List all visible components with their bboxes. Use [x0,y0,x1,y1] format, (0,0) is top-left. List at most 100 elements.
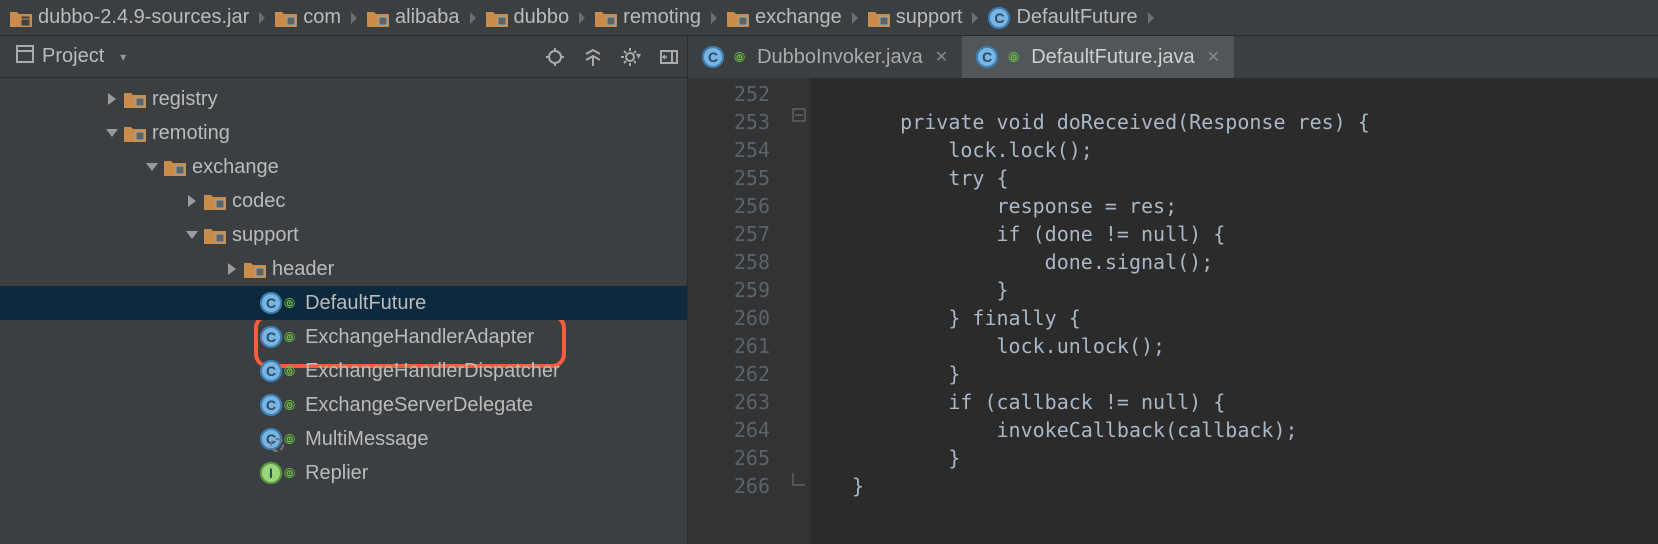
tree-node[interactable]: codec [0,184,687,218]
breadcrumb-item[interactable]: support [864,6,967,29]
tree-twisty-closed-icon[interactable] [228,263,236,275]
breadcrumb-item[interactable]: remoting [591,6,705,29]
breadcrumb-separator-icon [852,12,858,24]
tree-node[interactable]: registry [0,82,687,116]
collapse-all-icon[interactable] [583,47,603,67]
tree-node-label: DefaultFuture [305,292,426,315]
breadcrumb-separator-icon [1148,12,1154,24]
project-toolbar: Project ▾ ▾ [0,36,687,78]
editor-tabs: C🞋DubboInvoker.java✕C🞋DefaultFuture.java… [688,36,1658,78]
fold-minus-icon[interactable] [792,108,806,122]
project-panel: Project ▾ ▾ registry remoting exchange code… [0,36,688,544]
breadcrumb-separator-icon [579,12,585,24]
breadcrumb-label: alibaba [395,6,460,29]
tree-twisty-open-icon[interactable] [106,129,118,137]
line-number-gutter: 2522532542552562572582592602612622632642… [688,78,790,544]
close-icon[interactable]: ✕ [1207,47,1220,67]
tree-node[interactable]: remoting [0,116,687,150]
abstract-class-icon: C [260,428,282,450]
tree-node-label: header [272,258,334,281]
hide-panel-icon[interactable] [659,47,679,67]
breadcrumb-item[interactable]: dubbo-2.4.9-sources.jar [6,6,253,29]
tree-node[interactable]: support [0,218,687,252]
tree-node-label: support [232,224,299,247]
gutter-marks [790,78,810,544]
tree-twisty-closed-icon[interactable] [188,195,196,207]
tree-node-label: codec [232,190,285,213]
tab-label: DefaultFuture.java [1031,46,1194,69]
editor-tab[interactable]: C🞋DubboInvoker.java✕ [688,36,962,78]
tree-node-label: ExchangeHandlerDispatcher [305,360,560,383]
code-area[interactable]: private void doReceived(Response res) { … [810,78,1658,544]
tree-node[interactable]: header [0,252,687,286]
project-tree[interactable]: registry remoting exchange codec support head… [0,78,687,490]
breadcrumb-label: exchange [755,6,842,29]
package-icon [164,158,186,176]
tree-node[interactable]: C🞋 DefaultFuture [0,286,687,320]
package-icon [367,9,389,27]
tree-twisty-closed-icon[interactable] [108,93,116,105]
tree-node[interactable]: C🞋ExchangeHandlerAdapter [0,320,687,354]
jar-icon [10,9,32,27]
public-badge-icon: 🞋 [284,465,295,482]
tree-node[interactable]: exchange [0,150,687,184]
editor-tab[interactable]: C 🞋 DefaultFuture.java ✕ [962,36,1234,78]
breadcrumb: dubbo-2.4.9-sources.jar com alibaba dubbo re… [0,0,1658,36]
locate-icon[interactable] [545,47,565,67]
class-icon: C [976,46,998,68]
tree-node-label: MultiMessage [305,428,428,451]
breadcrumb-separator-icon [972,12,978,24]
package-icon [204,226,226,244]
class-icon: C [260,360,282,382]
public-badge-icon: 🞋 [284,329,295,346]
tree-twisty-open-icon[interactable] [186,231,198,239]
package-icon [204,192,226,210]
breadcrumb-item[interactable]: C DefaultFuture [984,6,1141,29]
class-icon: C [260,292,282,314]
package-icon [868,9,890,27]
package-icon [595,9,617,27]
project-dropdown-icon[interactable]: ▾ [120,50,126,64]
tree-node-label: remoting [152,122,230,145]
public-badge-icon: 🞋 [284,363,295,380]
breadcrumb-item[interactable]: dubbo [482,6,574,29]
breadcrumb-item[interactable]: com [271,6,345,29]
breadcrumb-separator-icon [259,12,265,24]
breadcrumb-item[interactable]: alibaba [363,6,464,29]
public-badge-icon: 🞋 [284,295,295,312]
breadcrumb-label: DefaultFuture [1016,6,1137,29]
tree-node[interactable]: C🞋 MultiMessage [0,422,687,456]
fold-end-icon[interactable] [792,472,806,486]
package-icon [727,9,749,27]
breadcrumb-label: support [896,6,963,29]
public-badge-icon: 🞋 [1008,49,1019,66]
tree-node[interactable]: I🞋 Replier [0,456,687,490]
public-badge-icon: 🞋 [734,49,745,66]
package-icon [486,9,508,27]
class-icon: C [260,394,282,416]
breadcrumb-label: com [303,6,341,29]
breadcrumb-label: remoting [623,6,701,29]
tree-node[interactable]: C🞋 ExchangeHandlerDispatcher [0,354,687,388]
tree-node-label: ExchangeServerDelegate [305,394,533,417]
close-icon[interactable]: ✕ [935,47,948,67]
breadcrumb-separator-icon [470,12,476,24]
tree-node-label: Replier [305,462,368,485]
tab-label: DubboInvoker.java [757,46,923,69]
tree-twisty-open-icon[interactable] [146,163,158,171]
public-badge-icon: 🞋 [284,431,295,448]
tree-node[interactable]: C🞋ExchangeServerDelegate [0,388,687,422]
gear-icon[interactable]: ▾ [621,47,641,67]
editor-panel: C🞋DubboInvoker.java✕C🞋DefaultFuture.java… [688,36,1658,544]
package-icon [244,260,266,278]
breadcrumb-separator-icon [711,12,717,24]
class-icon: C [988,7,1010,29]
tree-node-label: exchange [192,156,279,179]
package-icon [275,9,297,27]
class-icon: C [260,326,282,348]
breadcrumb-item[interactable]: exchange [723,6,846,29]
breadcrumb-label: dubbo-2.4.9-sources.jar [38,6,249,29]
project-panel-title[interactable]: Project [42,45,104,68]
interface-icon: I [260,462,282,484]
project-view-icon [16,45,34,69]
